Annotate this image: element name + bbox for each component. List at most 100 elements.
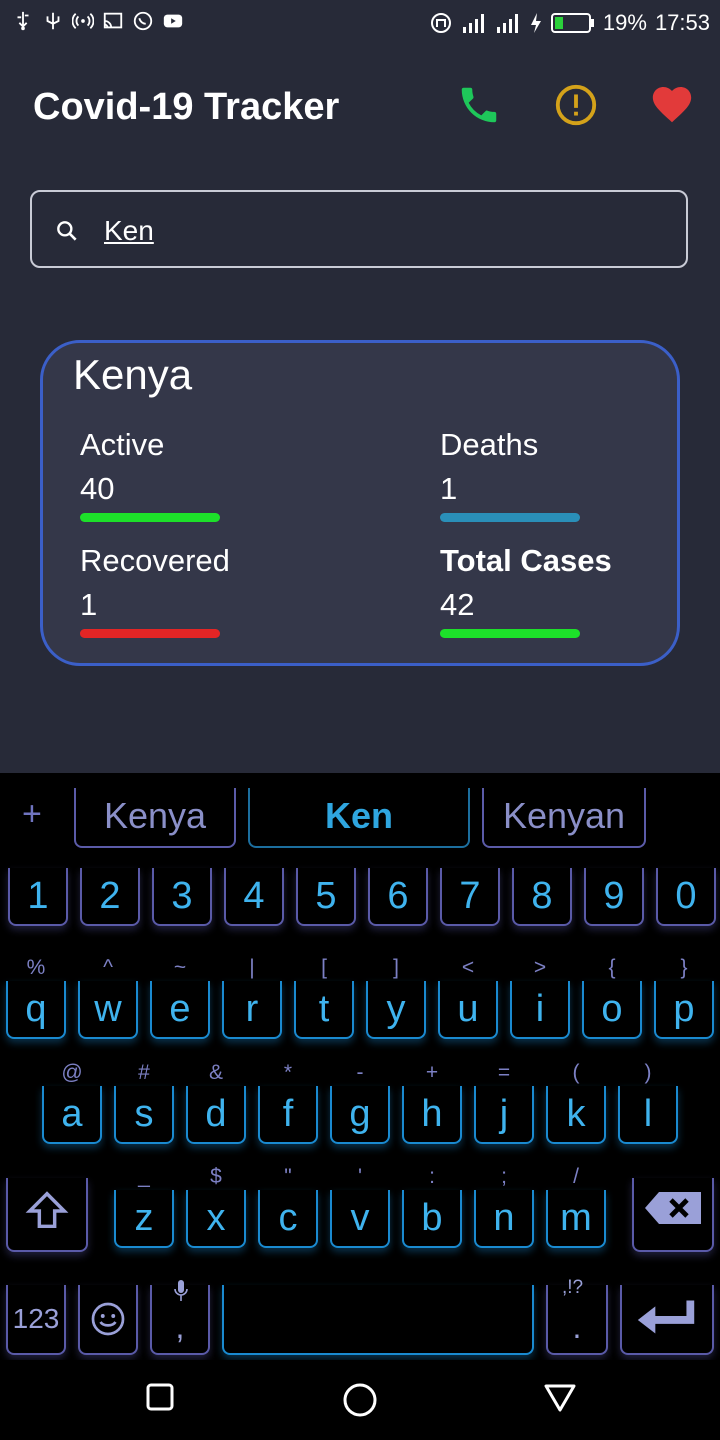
key-2[interactable]: 2 <box>80 868 140 926</box>
comma-label: , <box>175 1309 185 1345</box>
clock: 17:53 <box>654 10 710 35</box>
alt-char: / <box>573 1165 579 1188</box>
key-r[interactable]: r <box>222 981 282 1039</box>
recents-icon[interactable] <box>146 1382 174 1412</box>
suggestion-2[interactable]: Ken <box>248 788 470 848</box>
period-key[interactable]: ,!? . <box>546 1277 608 1355</box>
suggestion-3[interactable]: Kenyan <box>482 788 646 848</box>
symbols-key[interactable]: 123 <box>6 1285 66 1355</box>
key-8[interactable]: 8 <box>512 868 572 926</box>
key-i[interactable]: i <box>510 981 570 1039</box>
key-5[interactable]: 5 <box>296 868 356 926</box>
key-3[interactable]: 3 <box>152 868 212 926</box>
usb-icon <box>17 11 29 31</box>
key-7[interactable]: 7 <box>440 868 500 926</box>
alt-char: @ <box>61 1061 83 1084</box>
alt-char: - <box>356 1061 364 1084</box>
search-input[interactable] <box>102 210 666 252</box>
suggestion-1[interactable]: Kenya <box>74 788 236 848</box>
key-m[interactable]: m <box>546 1190 606 1248</box>
key-n[interactable]: n <box>474 1190 534 1248</box>
comma-key[interactable]: , <box>150 1280 210 1355</box>
signal-icon <box>462 14 484 33</box>
battery-percent: 19% <box>602 10 647 35</box>
app-bar: Covid-19 Tracker <box>0 60 720 150</box>
key-q[interactable]: q <box>6 981 66 1039</box>
active-stat: Active 40 <box>80 427 220 522</box>
alt-char: _ <box>138 1165 150 1188</box>
emoji-icon <box>91 1302 125 1336</box>
alt-char: ' <box>357 1165 362 1188</box>
status-bar: 19% 17:53 <box>0 0 720 50</box>
key-g[interactable]: g <box>330 1086 390 1144</box>
key-u[interactable]: u <box>438 981 498 1039</box>
charging-icon <box>530 13 541 33</box>
key-o[interactable]: o <box>582 981 642 1039</box>
key-f[interactable]: f <box>258 1086 318 1144</box>
alt-char: ; <box>501 1165 507 1188</box>
key-l[interactable]: l <box>618 1086 678 1144</box>
key-b[interactable]: b <box>402 1190 462 1248</box>
recovered-bar <box>80 629 220 638</box>
enter-key[interactable] <box>620 1285 714 1355</box>
alt-char: < <box>461 956 475 979</box>
active-bar <box>80 513 220 522</box>
search-box[interactable] <box>30 190 688 268</box>
heart-icon[interactable] <box>649 82 695 128</box>
key-z[interactable]: z <box>114 1190 174 1248</box>
key-4[interactable]: 4 <box>224 868 284 926</box>
key-w[interactable]: w <box>78 981 138 1039</box>
key-d[interactable]: d <box>186 1086 246 1144</box>
key-x[interactable]: x <box>186 1190 246 1248</box>
back-icon[interactable] <box>543 1382 577 1414</box>
alt-char: : <box>429 1165 435 1188</box>
alt-char: [ <box>321 956 327 979</box>
home-icon[interactable] <box>342 1382 378 1418</box>
key-c[interactable]: c <box>258 1190 318 1248</box>
key-1[interactable]: 1 <box>8 868 68 926</box>
alert-icon[interactable] <box>553 82 599 128</box>
total-bar <box>440 629 580 638</box>
nfc-icon <box>430 13 451 33</box>
backspace-key[interactable] <box>632 1178 714 1252</box>
recovered-label: Recovered <box>80 543 230 578</box>
key-9[interactable]: 9 <box>584 868 644 926</box>
key-v[interactable]: v <box>330 1190 390 1248</box>
alt-char: * <box>283 1061 293 1084</box>
whatsapp-icon <box>133 11 153 31</box>
space-key[interactable] <box>222 1285 534 1355</box>
shift-key[interactable] <box>6 1178 88 1252</box>
key-0[interactable]: 0 <box>656 868 716 926</box>
cast-icon <box>103 12 123 29</box>
signal-h-icon <box>496 14 518 33</box>
key-j[interactable]: j <box>474 1086 534 1144</box>
phone-icon[interactable] <box>456 82 502 128</box>
alt-char: ) <box>644 1061 652 1084</box>
deaths-bar <box>440 513 580 522</box>
recovered-value: 1 <box>80 587 98 622</box>
country-name: Kenya <box>73 351 193 398</box>
search-icon <box>57 221 77 241</box>
key-y[interactable]: y <box>366 981 426 1039</box>
navigation-bar <box>0 1360 720 1440</box>
key-s[interactable]: s <box>114 1086 174 1144</box>
alt-char: > <box>533 956 547 979</box>
alt-char: & <box>208 1061 223 1084</box>
hotspot-icon <box>72 13 94 29</box>
alt-char: $ <box>210 1165 222 1188</box>
total-label: Total Cases <box>440 543 612 578</box>
alt-char: ~ <box>173 956 187 979</box>
alt-char: # <box>138 1061 150 1084</box>
keyboard: + Kenya Ken Kenyan 1234567890 % q ^ w ~ e | r[t… <box>0 773 720 1360</box>
key-e[interactable]: e <box>150 981 210 1039</box>
alt-char: } <box>680 956 688 979</box>
key-a[interactable]: a <box>42 1086 102 1144</box>
plus-icon[interactable]: + <box>22 795 42 834</box>
key-6[interactable]: 6 <box>368 868 428 926</box>
emoji-key[interactable] <box>78 1285 138 1355</box>
key-t[interactable]: t <box>294 981 354 1039</box>
key-k[interactable]: k <box>546 1086 606 1144</box>
key-h[interactable]: h <box>402 1086 462 1144</box>
key-p[interactable]: p <box>654 981 714 1039</box>
total-value: 42 <box>440 587 475 622</box>
